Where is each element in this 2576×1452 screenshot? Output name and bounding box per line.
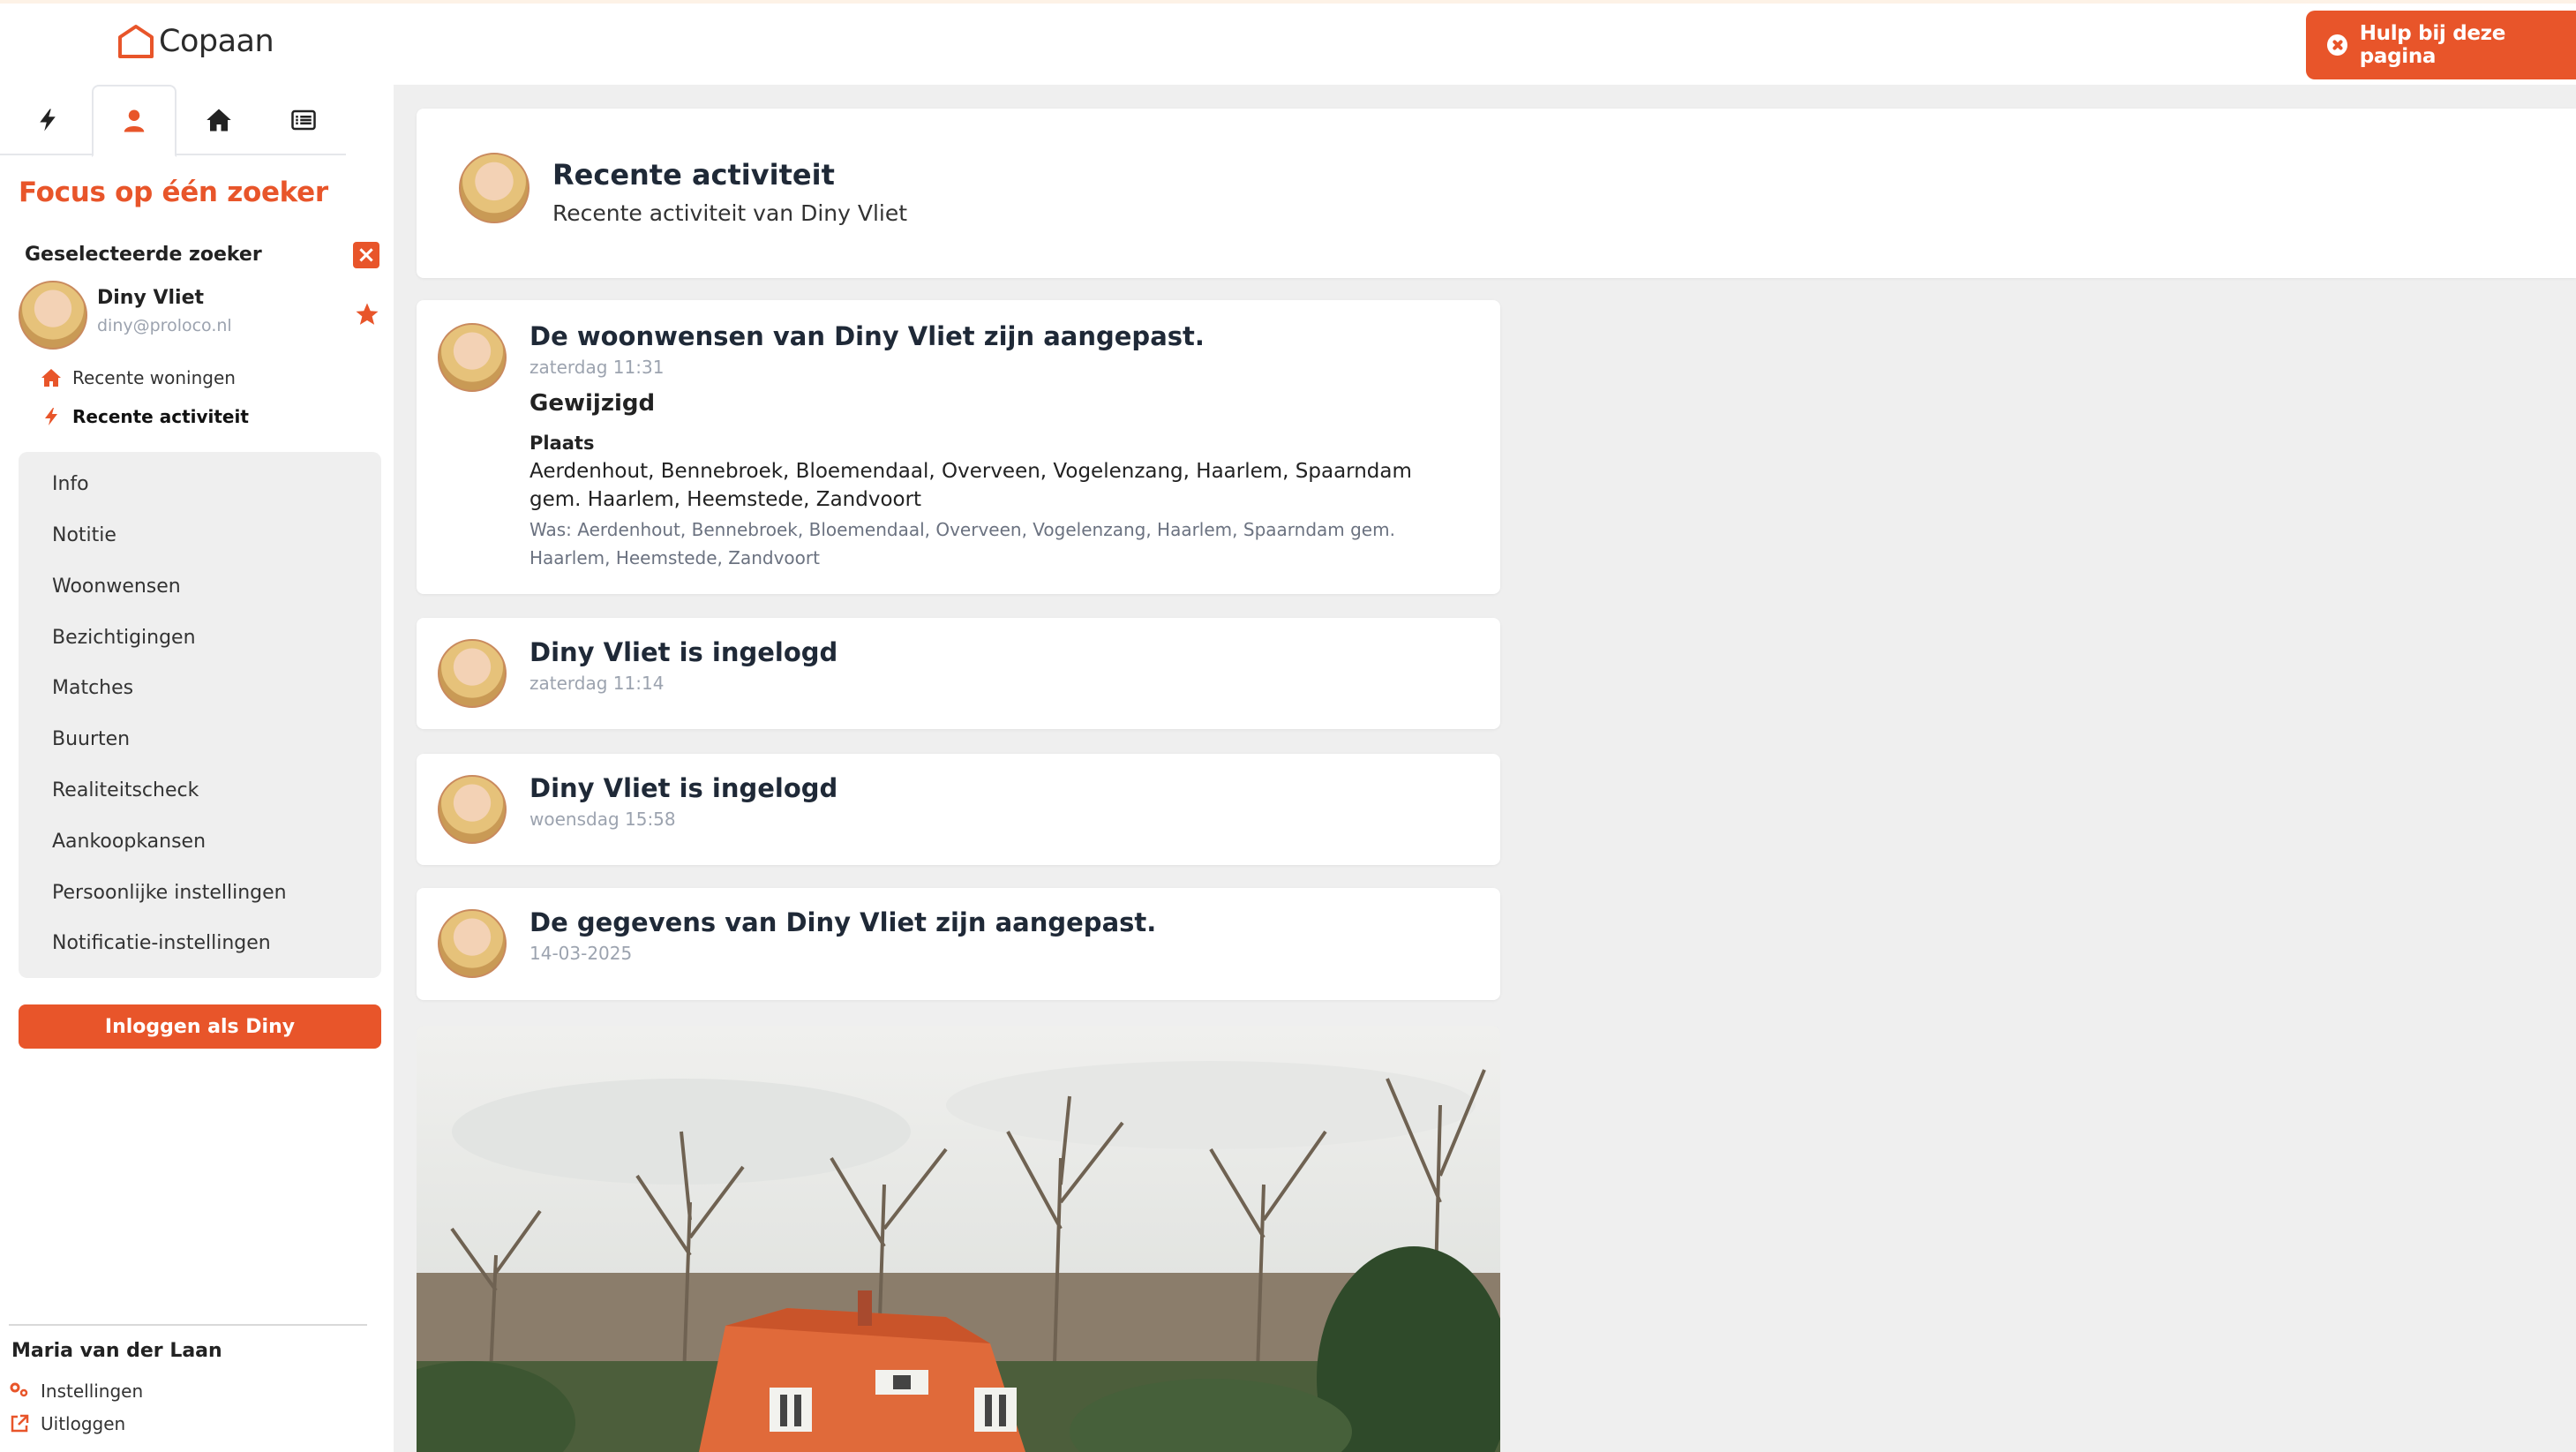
menu-item-woonwensen[interactable]: Woonwensen <box>52 576 181 598</box>
tab-user[interactable] <box>92 85 176 157</box>
change-old-value: Was: Aerdenhout, Bennebroek, Bloemendaal… <box>529 519 1395 568</box>
change-heading: Gewijzigd <box>529 390 656 417</box>
activity-time: zaterdag 11:14 <box>529 673 665 694</box>
activity-item: De gegevens van Diny Vliet zijn aangepas… <box>417 888 1500 1000</box>
recent-homes-link[interactable]: Recente woningen <box>41 367 236 388</box>
menu-item-matches[interactable]: Matches <box>52 677 133 699</box>
page-title: Recente activiteit <box>552 158 835 192</box>
menu-item-notitie[interactable]: Notitie <box>52 524 116 546</box>
sidebar-title: Focus op één zoeker <box>19 177 328 208</box>
logo-text: Copaan <box>159 24 274 59</box>
recent-activity-link[interactable]: Recente activiteit <box>41 406 249 427</box>
avatar <box>438 639 507 708</box>
activity-item: De woonwensen van Diny Vliet zijn aangep… <box>417 300 1500 594</box>
recent-homes-label: Recente woningen <box>72 367 236 388</box>
house-photo[interactable] <box>417 1026 1500 1452</box>
activity-title: De woonwensen van Diny Vliet zijn aangep… <box>529 321 1205 351</box>
settings-link[interactable]: Instellingen <box>9 1381 143 1402</box>
selected-name[interactable]: Diny Vliet <box>97 287 204 309</box>
menu-item-notificatie-instellingen[interactable]: Notificatie-instellingen <box>52 932 271 954</box>
star-icon[interactable] <box>354 301 380 327</box>
tab-list[interactable] <box>261 85 346 155</box>
top-bar: Copaan Hulp bij deze pagina <box>0 0 2576 85</box>
menu-item-aankoopkansen[interactable]: Aankoopkansen <box>52 831 206 853</box>
menu-item-realiteitscheck[interactable]: Realiteitscheck <box>52 779 199 801</box>
sidebar: Focus op één zoeker Geselecteerde zoeker… <box>0 85 394 1452</box>
home-icon <box>207 109 231 132</box>
home-icon <box>41 369 61 387</box>
selected-email: diny@proloco.nl <box>97 316 232 335</box>
activity-title: Diny Vliet is ingelogd <box>529 773 838 803</box>
activity-time: 14-03-2025 <box>529 943 633 964</box>
logout-label: Uitloggen <box>41 1413 126 1434</box>
help-icon <box>2327 34 2347 56</box>
change-new-value: Aerdenhout, Bennebroek, Bloemendaal, Ove… <box>529 460 1412 511</box>
avatar <box>19 281 87 350</box>
activity-item: Diny Vliet is ingelogd woensdag 15:58 <box>417 754 1500 865</box>
activity-header-card: Recente activiteit Recente activiteit va… <box>417 109 2576 278</box>
searcher-menu: Info Notitie Woonwensen Bezichtigingen M… <box>19 452 381 978</box>
activity-time: zaterdag 11:31 <box>529 357 665 378</box>
gears-icon <box>10 1382 28 1397</box>
tab-home[interactable] <box>176 85 261 155</box>
clear-selection-button[interactable]: × <box>353 242 379 268</box>
house-photo-image <box>417 1026 1500 1452</box>
account-name: Maria van der Laan <box>11 1340 222 1362</box>
menu-item-persoonlijke-instellingen[interactable]: Persoonlijke instellingen <box>52 882 287 904</box>
sidebar-tabs <box>0 85 346 157</box>
activity-title: Diny Vliet is ingelogd <box>529 637 838 667</box>
list-icon <box>291 109 316 131</box>
menu-item-bezichtigingen[interactable]: Bezichtigingen <box>52 627 196 649</box>
settings-label: Instellingen <box>41 1381 144 1402</box>
avatar <box>438 909 507 978</box>
bolt-icon <box>40 109 56 132</box>
change-field-label: Plaats <box>529 433 595 454</box>
activity-time: woensdag 15:58 <box>529 809 676 830</box>
copaan-logo[interactable]: Copaan <box>116 23 274 60</box>
external-link-icon <box>11 1414 29 1433</box>
divider <box>9 1324 367 1326</box>
avatar <box>438 323 507 392</box>
menu-item-buurten[interactable]: Buurten <box>52 728 130 750</box>
bolt-icon <box>45 408 57 425</box>
logout-link[interactable]: Uitloggen <box>9 1413 125 1434</box>
user-icon <box>124 109 145 132</box>
avatar <box>438 775 507 844</box>
menu-item-info[interactable]: Info <box>52 473 89 495</box>
tab-activity[interactable] <box>5 85 90 155</box>
activity-item: Diny Vliet is ingelogd zaterdag 11:14 <box>417 618 1500 729</box>
recent-activity-label: Recente activiteit <box>72 406 249 427</box>
login-as-button[interactable]: Inloggen als Diny <box>19 1004 381 1049</box>
selected-searcher-label: Geselecteerde zoeker <box>25 244 262 266</box>
activity-title: De gegevens van Diny Vliet zijn aangepas… <box>529 907 1157 937</box>
help-button[interactable]: Hulp bij deze pagina <box>2306 11 2576 79</box>
help-button-label: Hulp bij deze pagina <box>2359 22 2506 68</box>
avatar <box>459 153 529 223</box>
page-subtitle: Recente activiteit van Diny Vliet <box>552 200 908 226</box>
house-logo-icon <box>118 25 154 58</box>
